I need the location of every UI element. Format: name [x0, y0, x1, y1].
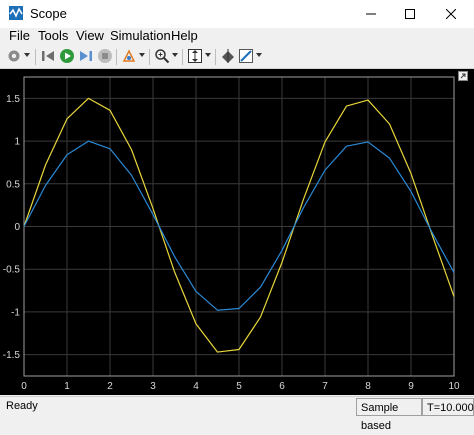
grid-lines [23, 77, 455, 376]
y-tick-label: -1.5 [3, 350, 21, 361]
highlight-dropdown-icon[interactable] [139, 52, 145, 58]
close-icon [446, 9, 456, 19]
status-text: Ready [6, 400, 38, 412]
x-tick-label: 3 [150, 381, 156, 392]
scope-chart[interactable]: 0 1 2 3 4 5 6 7 8 9 10 1.5 1 0.5 0 -0.5 -1 -1.5 [0, 69, 474, 395]
zoom-dropdown-icon[interactable] [172, 52, 178, 58]
toolbar-separator [149, 49, 150, 65]
x-tick-label: 9 [408, 381, 414, 392]
menu-tools[interactable]: Tools [38, 28, 68, 43]
highlight-icon[interactable] [121, 48, 137, 64]
toolbar-separator [116, 49, 117, 65]
x-tick-label: 5 [236, 381, 242, 392]
y-tick-label: -1 [11, 307, 20, 318]
y-tick-label: -0.5 [3, 265, 21, 276]
cursor-measure-icon[interactable] [220, 48, 236, 64]
menu-bar: File Tools View Simulation Help [0, 28, 474, 46]
x-tick-label: 2 [107, 381, 113, 392]
maximize-icon [405, 9, 415, 19]
toolbar-separator [182, 49, 183, 65]
tick-labels: 0 1 2 3 4 5 6 7 8 9 10 1.5 1 0.5 0 -0.5 -1 -1.5 [3, 94, 460, 392]
x-tick-label: 8 [365, 381, 371, 392]
scope-app-icon [9, 6, 23, 20]
y-tick-label: 0.5 [6, 179, 20, 190]
menu-help[interactable]: Help [171, 28, 198, 43]
menu-simulation[interactable]: Simulation [110, 28, 171, 43]
x-tick-label: 1 [64, 381, 70, 392]
gear-dropdown-icon[interactable] [24, 52, 30, 58]
toolbar-separator [215, 49, 216, 65]
fit-axes-icon[interactable] [187, 48, 203, 64]
x-tick-label: 0 [21, 381, 27, 392]
scope-display: 0 1 2 3 4 5 6 7 8 9 10 1.5 1 0.5 0 -0.5 -1 -1.5 [0, 69, 474, 395]
gear-icon[interactable] [6, 48, 22, 64]
y-tick-label: 1 [14, 137, 20, 148]
maximize-button[interactable] [395, 0, 425, 28]
simulation-time: T=10.000 [422, 398, 474, 416]
status-bar: Ready Sample based T=10.000 [0, 396, 474, 432]
stop-icon[interactable] [97, 48, 113, 64]
window-title: Scope [30, 6, 67, 21]
style-icon[interactable] [238, 48, 254, 64]
fit-axes-dropdown-icon[interactable] [205, 52, 211, 58]
menu-file[interactable]: File [9, 28, 30, 43]
y-tick-label: 1.5 [6, 94, 20, 105]
minimize-icon [366, 13, 376, 15]
title-bar: Scope [0, 0, 474, 28]
menu-view[interactable]: View [76, 28, 104, 43]
run-icon[interactable] [59, 48, 75, 64]
x-tick-label: 7 [322, 381, 328, 392]
undock-icon[interactable] [458, 71, 468, 81]
x-tick-label: 6 [279, 381, 285, 392]
toolbar-separator [35, 49, 36, 65]
x-tick-label: 10 [448, 381, 460, 392]
toolbar [0, 46, 474, 69]
style-dropdown-icon[interactable] [256, 52, 262, 58]
close-button[interactable] [436, 0, 466, 28]
sample-mode-indicator: Sample based [356, 398, 422, 432]
zoom-icon[interactable] [154, 48, 170, 64]
step-forward-icon[interactable] [78, 48, 94, 64]
rewind-icon[interactable] [40, 48, 56, 64]
x-tick-label: 4 [193, 381, 199, 392]
minimize-button[interactable] [356, 0, 386, 28]
y-tick-label: 0 [14, 222, 20, 233]
